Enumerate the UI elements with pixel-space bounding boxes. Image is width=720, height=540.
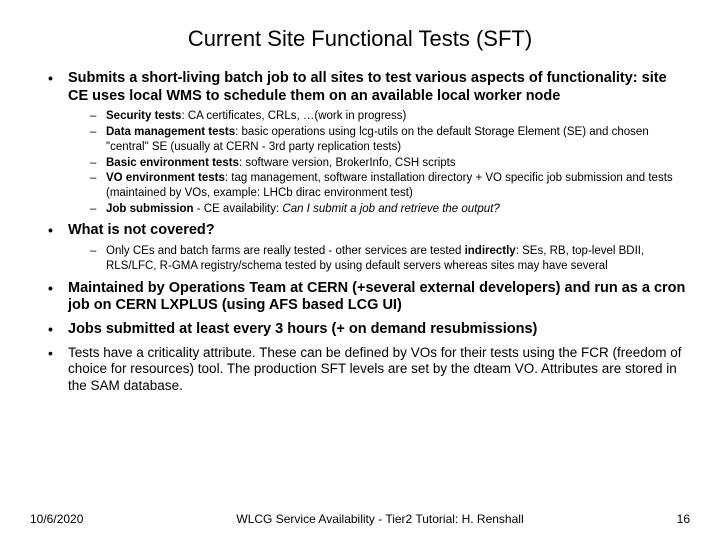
bullet-4-text: Jobs submitted at least every 3 hours (+…: [68, 321, 537, 337]
sub-2-1-a: Only CEs and batch farms are really test…: [106, 245, 465, 257]
bullet-1: Submits a short-living batch job to all …: [48, 70, 690, 216]
bullet-5: Tests have a criticality attribute. Thes…: [48, 345, 690, 394]
sub-1-1-bold: Security tests: [106, 110, 181, 122]
sub-2-1: Only CEs and batch farms are really test…: [90, 244, 690, 273]
footer-center: WLCG Service Availability - Tier2 Tutori…: [130, 512, 630, 526]
sub-1-3: Basic environment tests: software versio…: [90, 156, 690, 171]
bullet-3-text: Maintained by Operations Team at CERN (+…: [68, 280, 685, 314]
sub-1-5-italic: Can I submit a job and retrieve the outp…: [282, 203, 499, 215]
sub-2-1-b: indirectly: [465, 245, 516, 257]
sub-1-2-bold: Data management tests: [106, 126, 235, 138]
footer: 10/6/2020 WLCG Service Availability - Ti…: [30, 512, 690, 526]
sub-1-5-bold: Job submission: [106, 203, 194, 215]
sub-1-4: VO environment tests: tag management, so…: [90, 171, 690, 200]
bullet-4: Jobs submitted at least every 3 hours (+…: [48, 321, 690, 339]
sub-1-1: Security tests: CA certificates, CRLs, ……: [90, 109, 690, 124]
sub-1-2: Data management tests: basic operations …: [90, 125, 690, 154]
footer-page: 16: [630, 512, 690, 526]
bullet-1-sublist: Security tests: CA certificates, CRLs, ……: [68, 109, 690, 216]
bullet-5-text: Tests have a criticality attribute. Thes…: [68, 345, 682, 393]
bullet-list: Submits a short-living batch job to all …: [30, 70, 690, 394]
sub-1-5-r1: - CE availability:: [194, 203, 283, 215]
bullet-1-text: Submits a short-living batch job to all …: [68, 70, 667, 104]
sub-1-1-rest: : CA certificates, CRLs, …(work in progr…: [181, 110, 406, 122]
slide-title: Current Site Functional Tests (SFT): [30, 26, 690, 52]
sub-1-4-bold: VO environment tests: [106, 172, 225, 184]
bullet-2-sublist: Only CEs and batch farms are really test…: [68, 244, 690, 273]
bullet-2: What is not covered? Only CEs and batch …: [48, 222, 690, 273]
bullet-2-text: What is not covered?: [68, 222, 215, 238]
sub-1-3-bold: Basic environment tests: [106, 157, 239, 169]
footer-date: 10/6/2020: [30, 512, 130, 526]
sub-1-3-rest: : software version, BrokerInfo, CSH scri…: [239, 157, 456, 169]
slide: Current Site Functional Tests (SFT) Subm…: [0, 0, 720, 540]
sub-1-5: Job submission - CE availability: Can I …: [90, 202, 690, 217]
bullet-3: Maintained by Operations Team at CERN (+…: [48, 280, 690, 315]
